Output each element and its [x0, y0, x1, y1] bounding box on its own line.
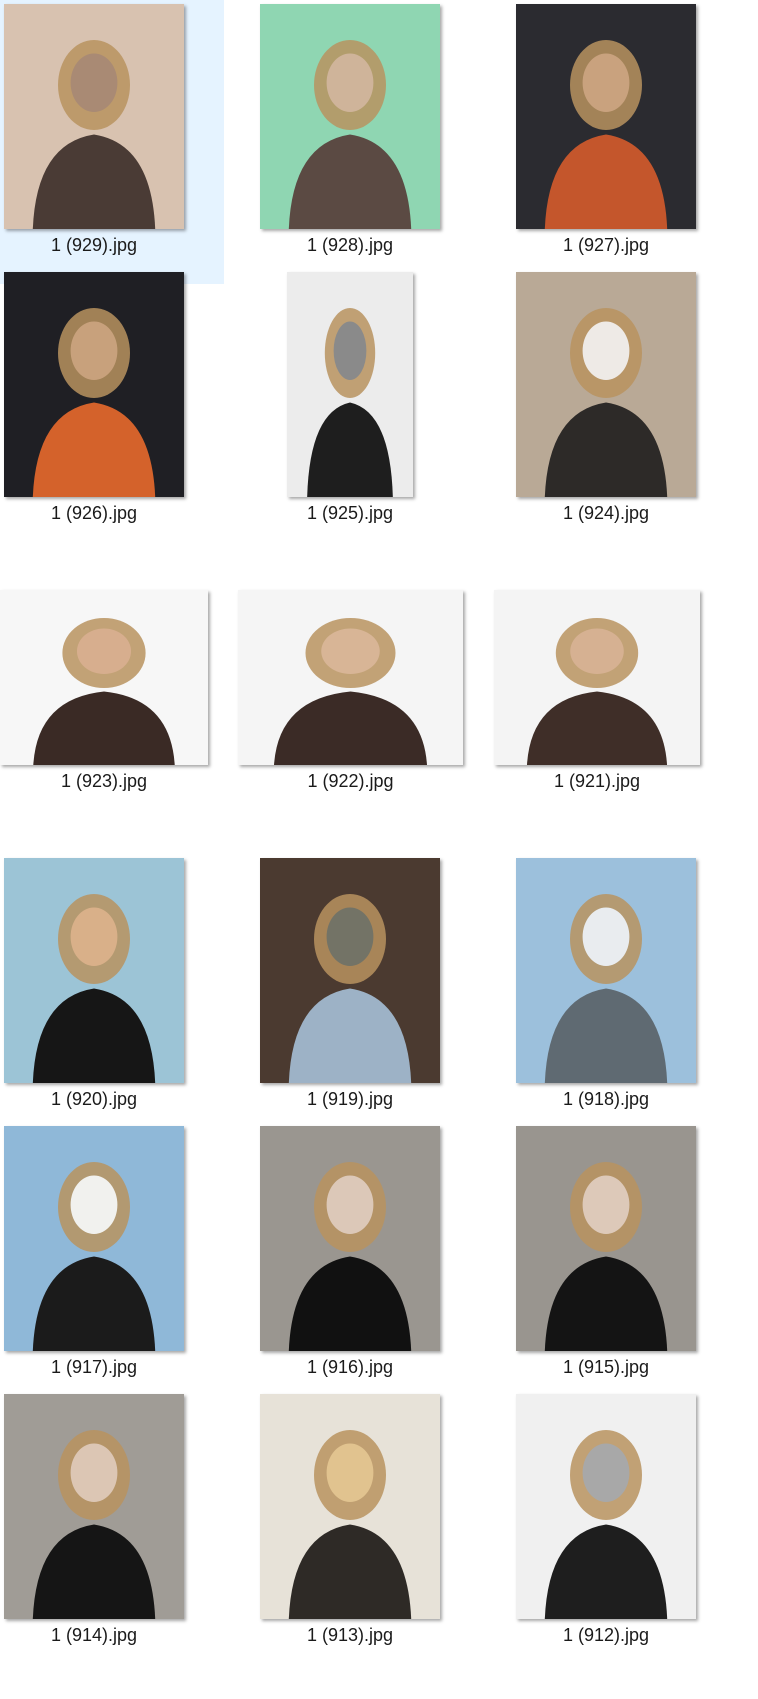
file-item[interactable]: 1 (925).jpg: [256, 268, 496, 552]
file-item[interactable]: 1 (913).jpg: [256, 1390, 496, 1674]
file-grid: 1 (929).jpg 1 (928).jpg 1 (927).jpg 1 (926)…: [0, 0, 758, 1699]
file-name-label: 1 (914).jpg: [50, 1625, 138, 1645]
file-name-label: 1 (918).jpg: [562, 1089, 650, 1109]
photo-thumbnail-icon[interactable]: [287, 272, 413, 497]
file-name-label: 1 (915).jpg: [562, 1357, 650, 1377]
photo-thumbnail-icon[interactable]: [238, 590, 463, 765]
file-name-label: 1 (923).jpg: [60, 771, 148, 791]
file-name-label: 1 (922).jpg: [307, 771, 394, 791]
file-name-label: 1 (913).jpg: [306, 1625, 394, 1645]
photo-thumbnail-icon[interactable]: [494, 590, 700, 765]
file-item[interactable]: 1 (926).jpg: [0, 268, 224, 552]
photo-thumbnail-icon[interactable]: [260, 1126, 440, 1351]
file-name-label: 1 (920).jpg: [50, 1089, 138, 1109]
file-name-label: 1 (925).jpg: [306, 503, 394, 523]
file-item[interactable]: 1 (929).jpg: [0, 0, 224, 284]
file-item[interactable]: 1 (919).jpg: [256, 854, 496, 1138]
file-name-label: 1 (912).jpg: [562, 1625, 650, 1645]
file-item[interactable]: 1 (917).jpg: [0, 1122, 224, 1406]
file-name-label: 1 (919).jpg: [306, 1089, 394, 1109]
file-item[interactable]: 1 (916).jpg: [256, 1122, 496, 1406]
photo-thumbnail-icon[interactable]: [4, 858, 184, 1083]
photo-thumbnail-icon[interactable]: [4, 272, 184, 497]
photo-thumbnail-icon[interactable]: [516, 272, 696, 497]
file-item[interactable]: 1 (920).jpg: [0, 854, 224, 1138]
photo-thumbnail-icon[interactable]: [516, 858, 696, 1083]
file-name-label: 1 (926).jpg: [50, 503, 138, 523]
file-name-label: 1 (929).jpg: [50, 235, 138, 255]
photo-thumbnail-icon[interactable]: [4, 1394, 184, 1619]
photo-thumbnail-icon[interactable]: [260, 1394, 440, 1619]
photo-thumbnail-icon[interactable]: [0, 590, 208, 765]
photo-thumbnail-icon[interactable]: [4, 4, 184, 229]
file-item[interactable]: 1 (918).jpg: [512, 854, 752, 1138]
file-item[interactable]: 1 (924).jpg: [512, 268, 752, 552]
file-item[interactable]: 1 (921).jpg: [494, 586, 752, 870]
photo-thumbnail-icon[interactable]: [4, 1126, 184, 1351]
file-item[interactable]: 1 (928).jpg: [256, 0, 496, 284]
file-item[interactable]: 1 (927).jpg: [512, 0, 752, 284]
file-item[interactable]: 1 (914).jpg: [0, 1390, 224, 1674]
file-name-label: 1 (928).jpg: [306, 235, 394, 255]
file-item[interactable]: 1 (923).jpg: [0, 586, 224, 870]
file-item[interactable]: 1 (915).jpg: [512, 1122, 752, 1406]
photo-thumbnail-icon[interactable]: [516, 4, 696, 229]
file-item[interactable]: 1 (922).jpg: [238, 586, 496, 870]
file-name-label: 1 (921).jpg: [553, 771, 641, 791]
file-name-label: 1 (924).jpg: [562, 503, 650, 523]
file-name-label: 1 (916).jpg: [306, 1357, 394, 1377]
photo-thumbnail-icon[interactable]: [260, 858, 440, 1083]
file-name-label: 1 (927).jpg: [562, 235, 650, 255]
file-name-label: 1 (917).jpg: [50, 1357, 138, 1377]
file-item[interactable]: 1 (912).jpg: [512, 1390, 752, 1674]
photo-thumbnail-icon[interactable]: [516, 1126, 696, 1351]
photo-thumbnail-icon[interactable]: [260, 4, 440, 229]
photo-thumbnail-icon[interactable]: [516, 1394, 696, 1619]
